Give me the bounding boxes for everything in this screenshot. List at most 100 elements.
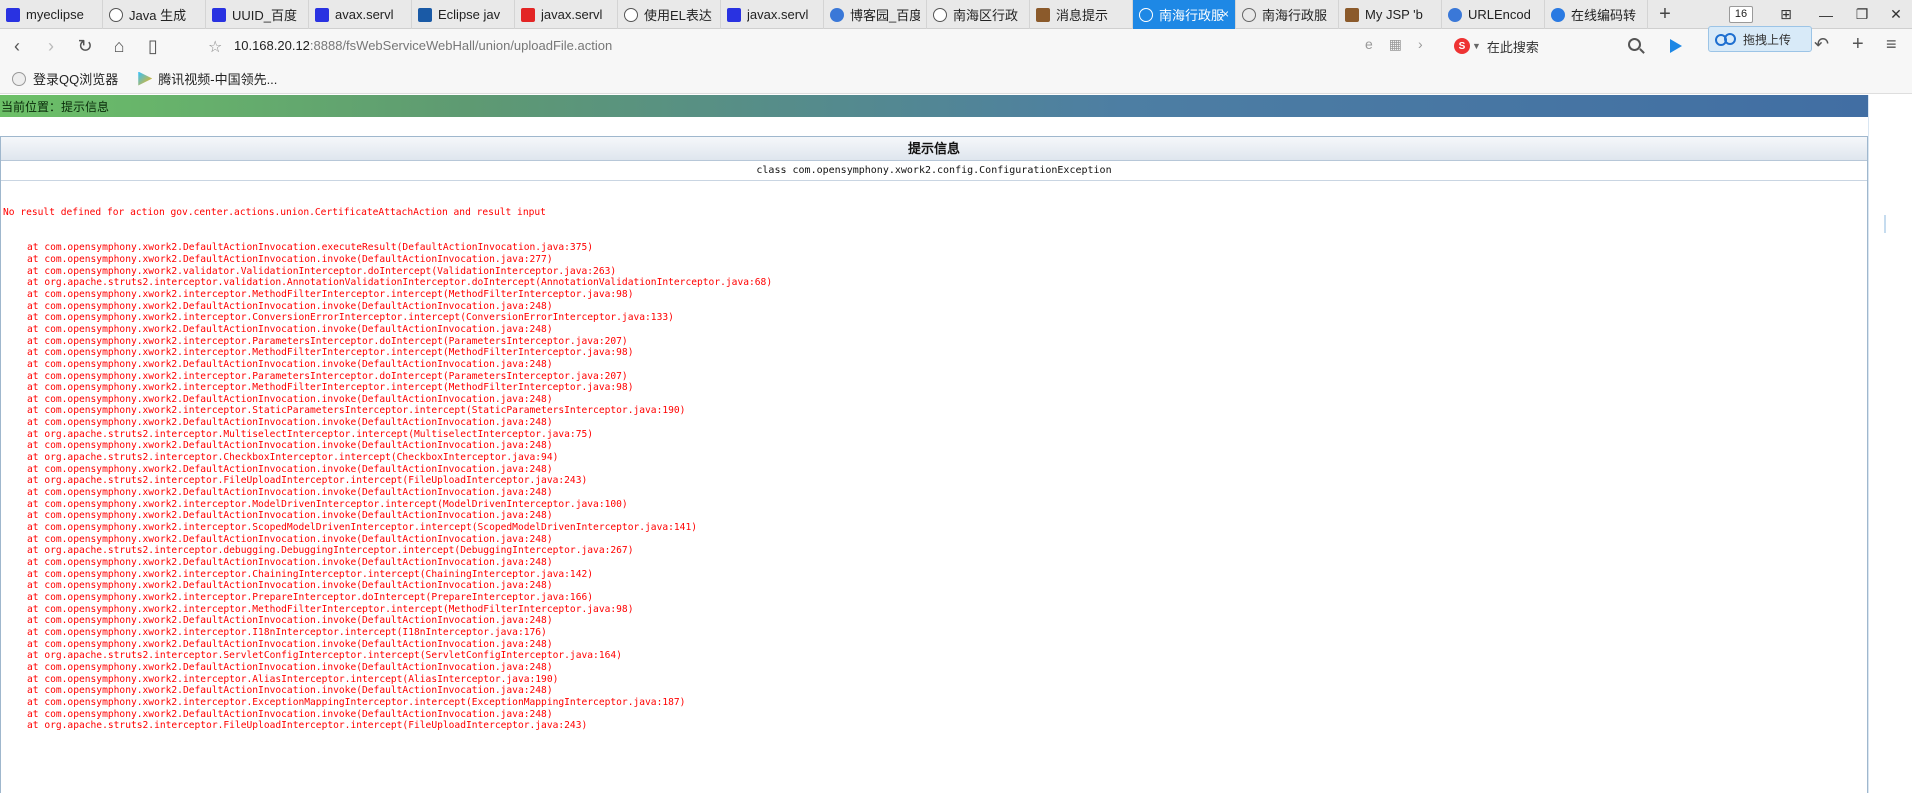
menu-icon[interactable]: ≡ [1886, 34, 1897, 55]
tab-15[interactable]: 在线编码转 [1545, 0, 1648, 29]
baidu-paw-icon [315, 7, 329, 22]
rail-divider [1884, 215, 1894, 233]
close-tab-icon[interactable]: × [1222, 7, 1229, 21]
reader-button[interactable]: ▯ [136, 30, 170, 64]
tab-1[interactable]: Java 生成 [103, 0, 206, 29]
bookmark-label: 腾讯视频-中国领先... [158, 72, 278, 87]
search-field[interactable]: S ▼ 在此搜索 [1454, 34, 1654, 58]
url-field[interactable]: 10.168.20.12:8888/fsWebServiceWebHall/un… [234, 38, 612, 53]
tab-label: Eclipse jav [438, 7, 501, 22]
tab-14[interactable]: URLEncod [1442, 0, 1545, 29]
star-icon[interactable]: ☆ [208, 37, 222, 57]
qr-code-icon[interactable]: ▦ [1389, 36, 1402, 53]
cloud-upload-icon [1715, 33, 1736, 46]
tab-9[interactable]: 南海区行政 [927, 0, 1030, 29]
stack-frame: at com.opensymphony.xwork2.interceptor.C… [27, 568, 594, 580]
stack-trace: No result defined for action gov.center.… [1, 181, 1867, 732]
tab-7[interactable]: javax.servl [721, 0, 824, 29]
tab-0[interactable]: myeclipse [0, 0, 103, 29]
tab-strip: myeclipse Java 生成 UUID_百度 avax.servl Eclipse… [0, 0, 1912, 29]
url-host: 10.168.20.12 [234, 38, 310, 53]
chevron-right-icon[interactable]: › [1418, 36, 1423, 53]
stack-frame: at com.opensymphony.xwork2.DefaultAction… [27, 323, 553, 335]
tab-label: URLEncod [1468, 7, 1531, 22]
right-margin [1868, 95, 1912, 793]
tab-label: myeclipse [26, 7, 84, 22]
tab-13[interactable]: My JSP 'b [1339, 0, 1442, 29]
paw-icon [830, 7, 844, 22]
stack-frame: at com.opensymphony.xwork2.DefaultAction… [27, 615, 553, 627]
arrow-left-icon: ‹ [14, 36, 20, 56]
play-icon[interactable] [1670, 39, 1682, 53]
tab-label: 在线编码转 [1571, 8, 1637, 23]
plus-icon[interactable]: + [1852, 33, 1864, 56]
tab-label: 南海行政服 [1262, 8, 1328, 23]
address-actions: e ▦ › [1365, 36, 1423, 53]
stack-frame: at com.opensymphony.xwork2.interceptor.M… [27, 347, 634, 359]
tab-12[interactable]: 南海行政服 [1236, 0, 1339, 29]
home-icon: ⌂ [113, 36, 125, 56]
globe-icon [1242, 7, 1256, 22]
tab-11[interactable]: 南海行政服 × [1133, 0, 1236, 29]
page-content: 当前位置：提示信息 提示信息 class com.opensymphony.xw… [0, 95, 1912, 793]
tab-label: UUID_百度 [232, 8, 298, 23]
close-window-button[interactable]: ✕ [1878, 0, 1912, 29]
stack-frame: at org.apache.struts2.interceptor.debugg… [27, 545, 634, 557]
book-icon: ▯ [148, 36, 158, 56]
back-button[interactable]: ‹ [0, 30, 34, 64]
bookmark-tencent-video[interactable]: 腾讯视频-中国领先... [138, 69, 277, 88]
tab-8[interactable]: 博客园_百度 [824, 0, 927, 29]
reload-button[interactable]: ↻ [68, 30, 102, 64]
stack-frame: at com.opensymphony.xwork2.interceptor.C… [27, 312, 674, 324]
skin-icon[interactable]: ⊞ [1768, 0, 1804, 29]
stack-frame: at com.opensymphony.xwork2.DefaultAction… [27, 638, 553, 650]
tab-5[interactable]: javax.servl [515, 0, 618, 29]
stack-frame: at com.opensymphony.xwork2.DefaultAction… [27, 358, 553, 370]
stack-frame: at com.opensymphony.xwork2.interceptor.S… [27, 522, 698, 534]
baidu-paw-icon [6, 7, 20, 22]
url-path: :8888/fsWebServiceWebHall/union/uploadFi… [309, 38, 613, 53]
stack-frame: at com.opensymphony.xwork2.interceptor.M… [27, 603, 634, 615]
stack-frame: at org.apache.struts2.interceptor.FileUp… [27, 475, 588, 487]
minimize-button[interactable]: — [1808, 0, 1844, 29]
bookmark-qq-login[interactable]: 登录QQ浏览器 [12, 69, 118, 88]
stack-frame: at com.opensymphony.xwork2.DefaultAction… [27, 487, 553, 499]
stack-frame: at org.apache.struts2.interceptor.Multis… [27, 428, 594, 440]
stack-frame: at com.opensymphony.xwork2.interceptor.E… [27, 696, 686, 708]
stack-frame: at org.apache.struts2.interceptor.valida… [27, 277, 773, 289]
tab-label: javax.servl [541, 7, 603, 22]
forward-button[interactable]: › [34, 30, 68, 64]
tab-label: Java 生成 [129, 8, 187, 23]
search-engine-icon[interactable]: S [1454, 38, 1470, 54]
undo-icon[interactable]: ↶ [1814, 34, 1829, 55]
stack-frame: at com.opensymphony.xwork2.interceptor.P… [27, 591, 594, 603]
tab-count-badge[interactable]: 16 [1729, 6, 1753, 23]
search-icon[interactable] [1628, 38, 1641, 51]
chrome-icon [1551, 7, 1565, 22]
restore-button[interactable]: ❐ [1844, 0, 1880, 29]
home-button[interactable]: ⌂ [102, 30, 136, 64]
stack-frame: at org.apache.struts2.interceptor.FileUp… [27, 720, 588, 732]
stack-frame: at com.opensymphony.xwork2.interceptor.P… [27, 335, 628, 347]
bookmarks-bar: 登录QQ浏览器 腾讯视频-中国领先... [0, 64, 1912, 94]
tab-4[interactable]: Eclipse jav [412, 0, 515, 29]
tab-6[interactable]: 使用EL表达 [618, 0, 721, 29]
globe-icon [1139, 7, 1153, 22]
chevron-down-icon[interactable]: ▼ [1472, 41, 1481, 51]
baidu-paw-icon [727, 7, 741, 22]
page-icon [1345, 7, 1359, 22]
stack-frame: at com.opensymphony.xwork2.interceptor.S… [27, 405, 686, 417]
address-bar: ‹ › ↻ ⌂ ▯ ☆ 10.168.20.12:8888/fsWebServi… [0, 29, 1912, 64]
baidu-paw-icon [212, 7, 226, 22]
panel-title: 提示信息 [1, 137, 1867, 161]
tab-2[interactable]: UUID_百度 [206, 0, 309, 29]
ie-mode-icon[interactable]: e [1365, 36, 1373, 53]
stack-frame: at com.opensymphony.xwork2.validator.Val… [27, 265, 617, 277]
stack-frame: at com.opensymphony.xwork2.DefaultAction… [27, 417, 553, 429]
tab-10[interactable]: 消息提示 [1030, 0, 1133, 29]
new-tab-button[interactable]: + [1648, 0, 1682, 28]
drag-upload-tooltip[interactable]: 拖拽上传 [1708, 26, 1812, 52]
stack-frame: at org.apache.struts2.interceptor.Checkb… [27, 452, 559, 464]
tab-3[interactable]: avax.servl [309, 0, 412, 29]
tab-label: avax.servl [335, 7, 394, 22]
